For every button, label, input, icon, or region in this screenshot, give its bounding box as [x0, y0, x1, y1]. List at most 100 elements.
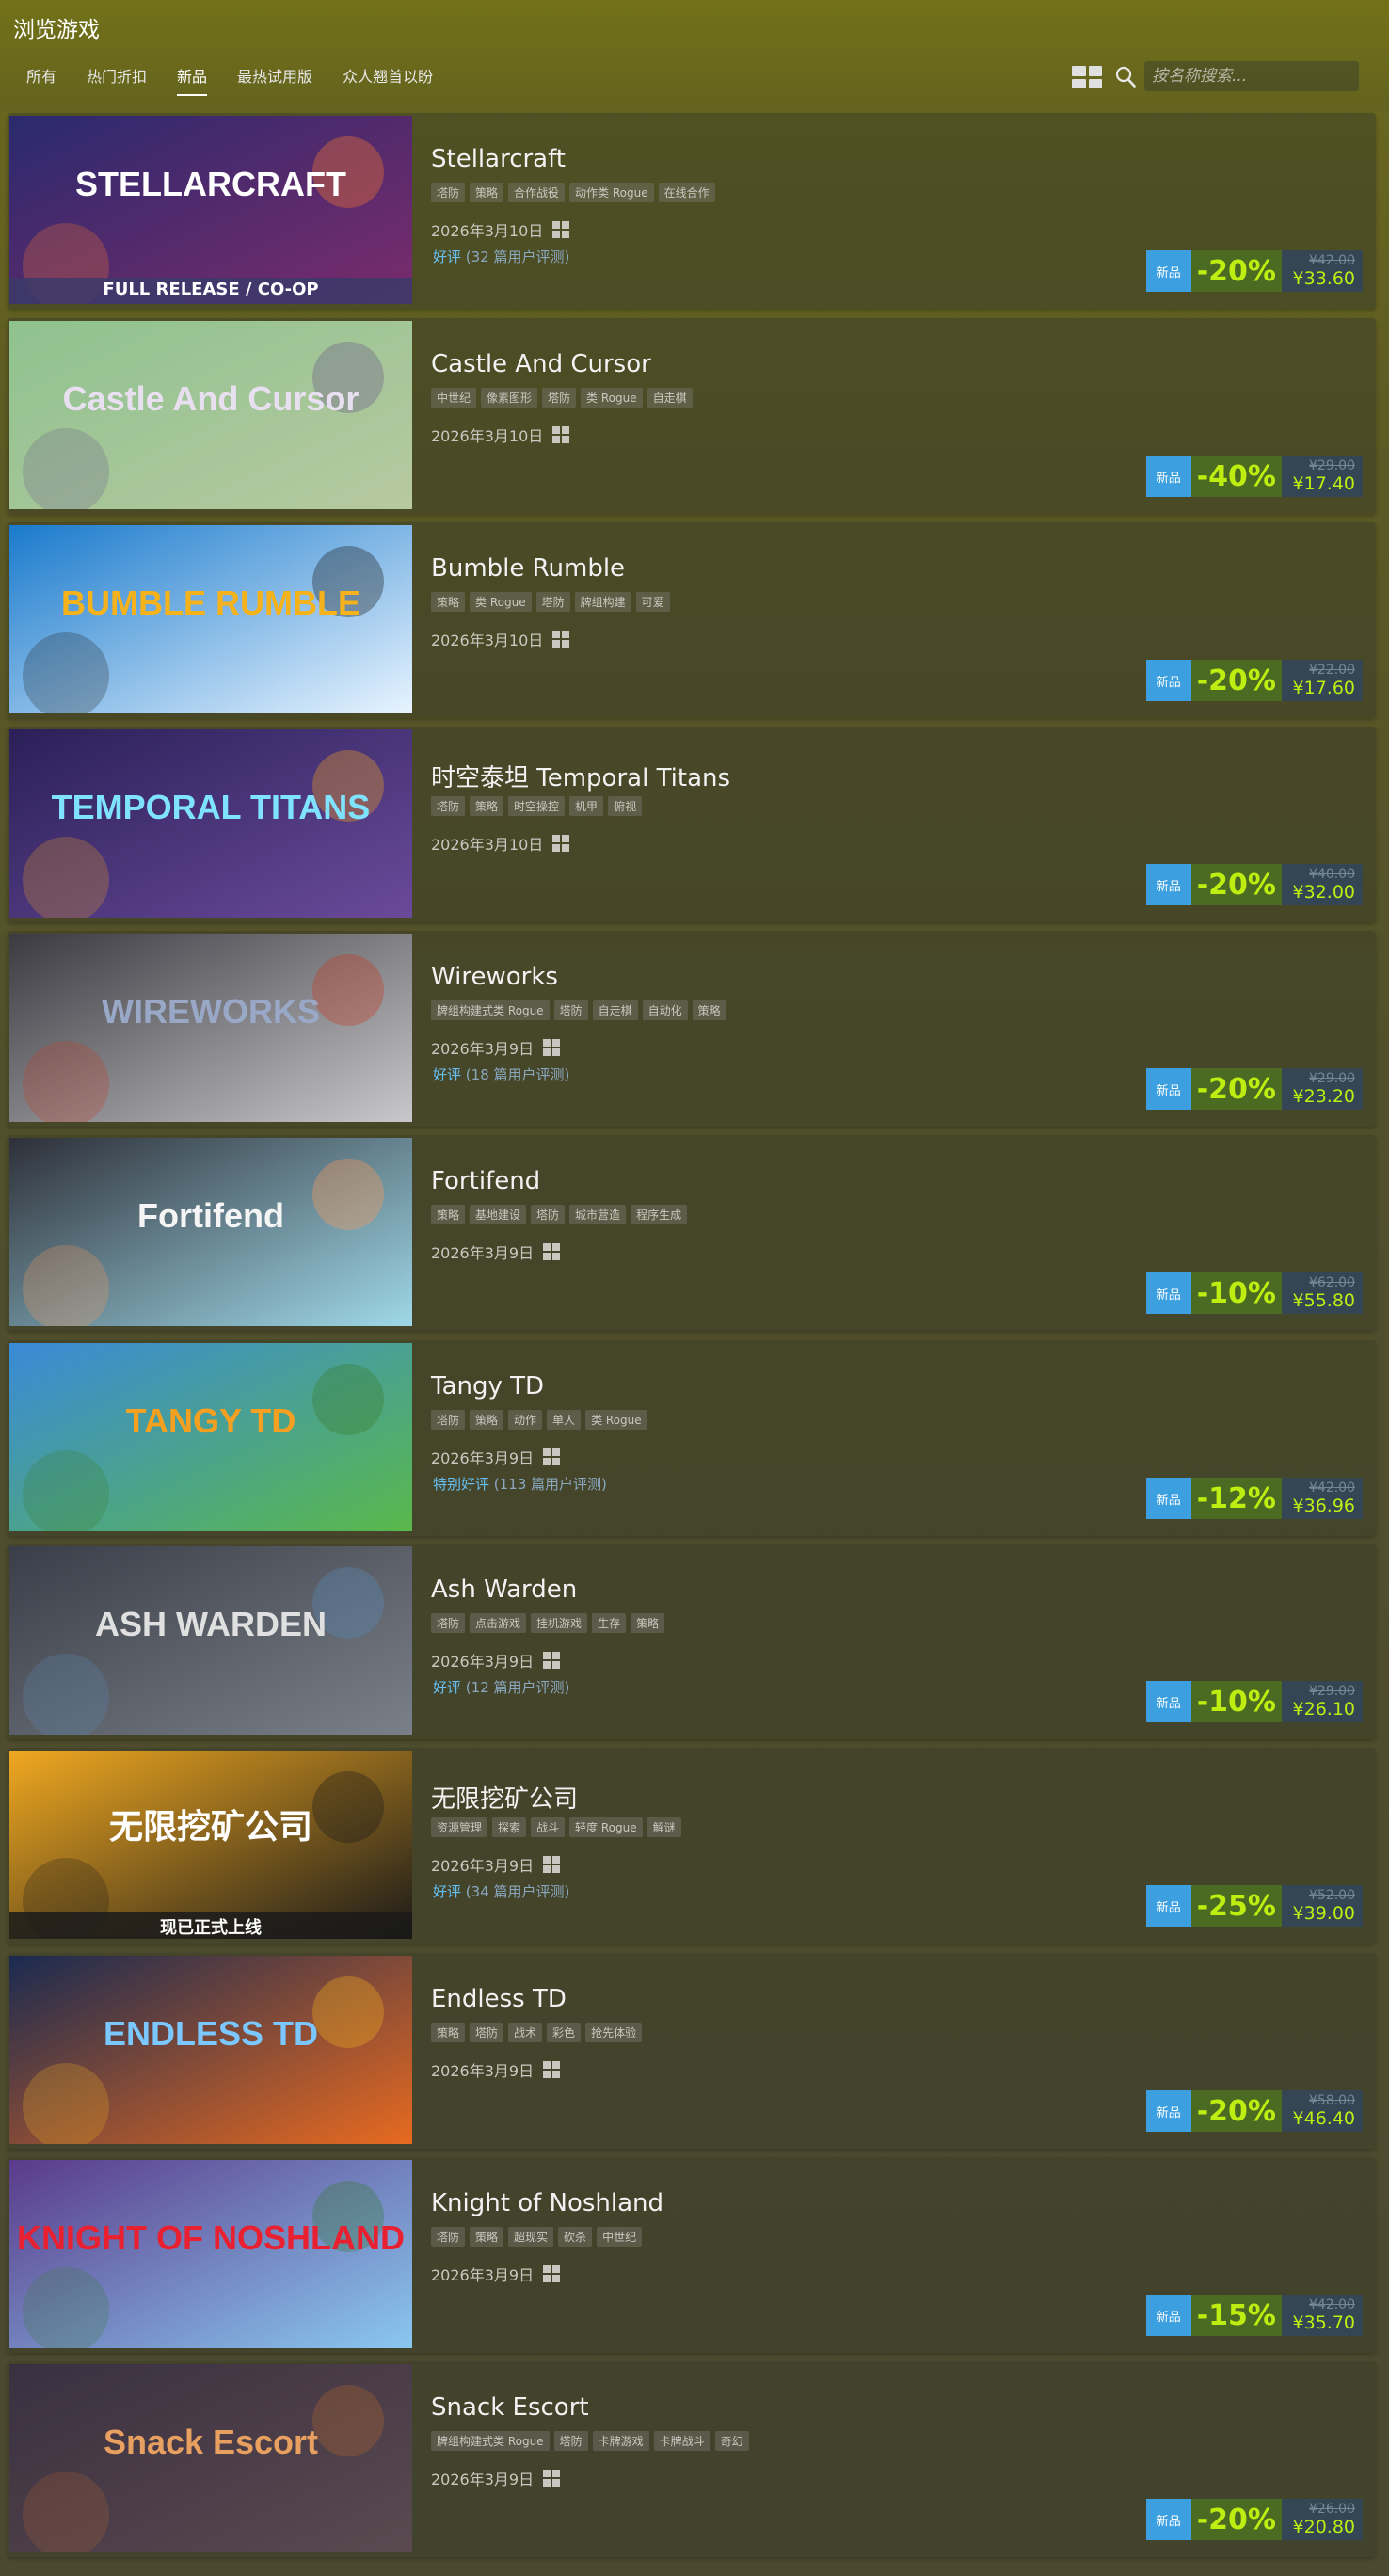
- game-title[interactable]: Bumble Rumble: [431, 554, 625, 583]
- game-title[interactable]: 无限挖矿公司: [431, 1780, 578, 1815]
- game-title[interactable]: Knight of Noshland: [431, 2189, 663, 2217]
- tag[interactable]: 动作: [508, 1410, 543, 1430]
- game-row[interactable]: TANGY TD Tangy TD 塔防 策略 动作 单人类 Rogue 2026年3…: [8, 1340, 1376, 1536]
- tag[interactable]: 策略: [470, 2227, 504, 2247]
- tag[interactable]: 策略: [431, 2023, 466, 2042]
- tag[interactable]: 塔防: [431, 183, 466, 202]
- game-capsule-image[interactable]: ENDLESS TD: [9, 1956, 412, 2144]
- game-capsule-image[interactable]: TANGY TD: [9, 1343, 412, 1531]
- game-title[interactable]: Ash Warden: [431, 1576, 577, 1604]
- tag[interactable]: 砍杀: [558, 2227, 593, 2247]
- tag[interactable]: 牌组构建: [574, 592, 631, 612]
- game-row[interactable]: BUMBLE RUMBLE Bumble Rumble 策略类 Rogue 塔防牌…: [8, 522, 1376, 718]
- tag[interactable]: 塔防: [431, 796, 466, 816]
- game-capsule-image[interactable]: WIREWORKS: [9, 934, 412, 1122]
- price-block[interactable]: 新品 -25% ¥52.00 ¥39.00: [1145, 1885, 1363, 1927]
- tag[interactable]: 类 Rogue: [585, 1410, 647, 1430]
- tag[interactable]: 点击游戏: [470, 1613, 527, 1633]
- tag[interactable]: 战斗: [531, 1817, 566, 1837]
- tag[interactable]: 卡牌战斗: [653, 2431, 710, 2451]
- game-capsule-image[interactable]: STELLARCRAFT FULL RELEASE / CO-OP: [9, 116, 412, 304]
- tag[interactable]: 合作战役: [508, 183, 566, 202]
- game-row[interactable]: Snack Escort Snack Escort 牌组构建式类 Rogue 塔防…: [8, 2361, 1376, 2557]
- tag[interactable]: 程序生成: [631, 1205, 688, 1224]
- tag[interactable]: 探索: [492, 1817, 527, 1837]
- tag[interactable]: 策略: [470, 183, 504, 202]
- game-capsule-image[interactable]: KNIGHT OF NOSHLAND: [9, 2160, 412, 2348]
- price-block[interactable]: 新品 -10% ¥29.00 ¥26.10: [1145, 1681, 1363, 1722]
- tab-all[interactable]: 所有: [26, 64, 56, 96]
- tag[interactable]: 牌组构建式类 Rogue: [431, 1000, 550, 1020]
- tag[interactable]: 策略: [431, 1205, 466, 1224]
- price-block[interactable]: 新品 -40% ¥29.00 ¥17.40: [1145, 456, 1363, 497]
- grid-view-icon[interactable]: [1072, 66, 1102, 88]
- tag[interactable]: 中世纪: [597, 2227, 643, 2247]
- tag[interactable]: 彩色: [547, 2023, 582, 2042]
- review-summary[interactable]: 好评 (32 篇用户评测): [433, 247, 569, 266]
- game-title[interactable]: Tangy TD: [431, 1372, 544, 1400]
- game-row[interactable]: STELLARCRAFT FULL RELEASE / CO-OP Stella…: [8, 113, 1376, 309]
- tag[interactable]: 抢先体验: [585, 2023, 643, 2042]
- game-capsule-image[interactable]: Castle And Cursor: [9, 321, 412, 509]
- tag[interactable]: 机甲: [569, 796, 604, 816]
- tag[interactable]: 战术: [508, 2023, 543, 2042]
- tag[interactable]: 资源管理: [431, 1817, 488, 1837]
- tag[interactable]: 城市营造: [569, 1205, 627, 1224]
- tag[interactable]: 挂机游戏: [531, 1613, 588, 1633]
- game-row[interactable]: 无限挖矿公司 现已正式上线 无限挖矿公司 资源管理 探索 战斗 轻度 Rogue 解谜 …: [8, 1748, 1376, 1944]
- tag[interactable]: 塔防: [431, 2227, 466, 2247]
- price-block[interactable]: 新品 -20% ¥22.00 ¥17.60: [1145, 660, 1363, 701]
- tag[interactable]: 塔防: [535, 592, 570, 612]
- tag[interactable]: 塔防: [470, 2023, 504, 2042]
- search-input[interactable]: [1144, 61, 1359, 91]
- game-capsule-image[interactable]: Fortifend: [9, 1138, 412, 1326]
- price-block[interactable]: 新品 -20% ¥29.00 ¥23.20: [1145, 1068, 1363, 1110]
- game-capsule-image[interactable]: ASH WARDEN: [9, 1546, 412, 1735]
- tag[interactable]: 策略: [692, 1000, 726, 1020]
- game-title[interactable]: Endless TD: [431, 1985, 567, 2013]
- price-block[interactable]: 新品 -10% ¥62.00 ¥55.80: [1145, 1272, 1363, 1314]
- price-block[interactable]: 新品 -20% ¥40.00 ¥32.00: [1145, 864, 1363, 905]
- game-row[interactable]: Fortifend Fortifend 策略 基地建设 塔防 城市营造 程序生成 202…: [8, 1135, 1376, 1331]
- tab-upcoming[interactable]: 众人翘首以盼: [343, 64, 433, 96]
- tag[interactable]: 超现实: [508, 2227, 554, 2247]
- game-row[interactable]: ASH WARDEN Ash Warden 塔防 点击游戏 挂机游戏 生存 策略 202…: [8, 1544, 1376, 1739]
- price-block[interactable]: 新品 -15% ¥42.00 ¥35.70: [1145, 2295, 1363, 2336]
- price-block[interactable]: 新品 -12% ¥42.00 ¥36.96: [1145, 1478, 1363, 1519]
- tag[interactable]: 轻度 Rogue: [569, 1817, 643, 1837]
- tag[interactable]: 生存: [592, 1613, 627, 1633]
- tab-popular-demos[interactable]: 最热试用版: [237, 64, 312, 96]
- game-row[interactable]: KNIGHT OF NOSHLAND Knight of Noshland 塔防…: [8, 2157, 1376, 2353]
- game-row[interactable]: TEMPORAL TITANS 时空泰坦 Temporal Titans 塔防策…: [8, 727, 1376, 922]
- review-summary[interactable]: 好评 (18 篇用户评测): [433, 1064, 569, 1084]
- tag[interactable]: 基地建设: [470, 1205, 527, 1224]
- game-title[interactable]: Snack Escort: [431, 2393, 589, 2422]
- price-block[interactable]: 新品 -20% ¥26.00 ¥20.80: [1145, 2499, 1363, 2540]
- tab-new-releases[interactable]: 新品: [177, 64, 208, 96]
- tag[interactable]: 单人: [547, 1410, 582, 1430]
- tag[interactable]: 塔防: [553, 2431, 588, 2451]
- tag[interactable]: 解谜: [647, 1817, 681, 1837]
- price-block[interactable]: 新品 -20% ¥42.00 ¥33.60: [1145, 250, 1363, 292]
- tag[interactable]: 类 Rogue: [470, 592, 532, 612]
- game-row[interactable]: WIREWORKS Wireworks 牌组构建式类 Rogue 塔防 自走棋 自动化…: [8, 931, 1376, 1127]
- tag[interactable]: 塔防: [531, 1205, 566, 1224]
- game-title[interactable]: Fortifend: [431, 1167, 540, 1195]
- tag[interactable]: 时空操控: [508, 796, 566, 816]
- tag[interactable]: 自走棋: [592, 1000, 638, 1020]
- game-title[interactable]: Wireworks: [431, 963, 558, 991]
- price-block[interactable]: 新品 -20% ¥58.00 ¥46.40: [1145, 2090, 1363, 2132]
- game-row[interactable]: Castle And Cursor Castle And Cursor 中世纪像…: [8, 318, 1376, 514]
- tag[interactable]: 类 Rogue: [581, 388, 643, 408]
- review-summary[interactable]: 好评 (12 篇用户评测): [433, 1677, 569, 1697]
- search-icon[interactable]: [1115, 66, 1136, 88]
- game-title[interactable]: Castle And Cursor: [431, 350, 651, 378]
- review-summary[interactable]: 特别好评 (113 篇用户评测): [433, 1474, 607, 1494]
- tag[interactable]: 塔防: [431, 1410, 466, 1430]
- tag[interactable]: 塔防: [542, 388, 577, 408]
- tag[interactable]: 自走棋: [647, 388, 693, 408]
- tag[interactable]: 在线合作: [658, 183, 715, 202]
- game-title[interactable]: 时空泰坦 Temporal Titans: [431, 759, 730, 793]
- tag[interactable]: 自动化: [642, 1000, 688, 1020]
- tag[interactable]: 奇幻: [714, 2431, 749, 2451]
